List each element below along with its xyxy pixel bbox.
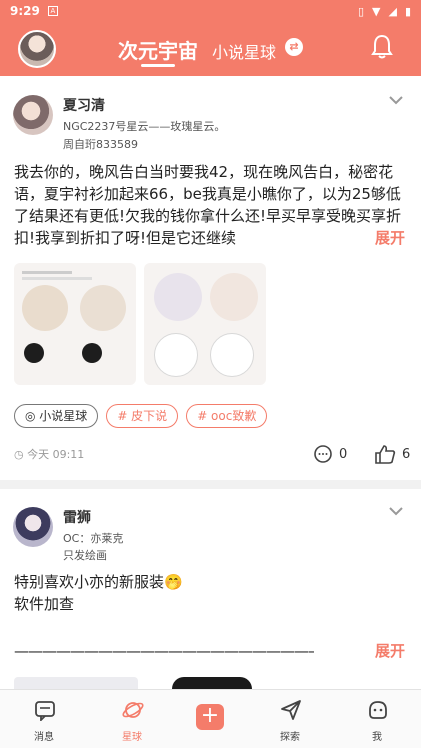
post-text-divider: —————————————————————— bbox=[14, 642, 314, 660]
post-text: 我去你的，晚风告白当时要我42，现在晚风告白，秘密花语，夏宇衬衫加起来66，be… bbox=[14, 163, 402, 247]
expand-button[interactable]: 展开 bbox=[373, 640, 406, 662]
nav-explore[interactable]: 探索 bbox=[248, 690, 332, 748]
like-count: 6 bbox=[402, 446, 411, 462]
clock-icon: ◷ bbox=[14, 448, 28, 461]
author-bio: NGC2237号星云——玫瑰星云。 bbox=[63, 120, 226, 133]
chevron-down-icon[interactable] bbox=[388, 505, 404, 517]
status-bar: 9:29 A ▯ ▼ ◢ ▮ bbox=[0, 0, 421, 22]
status-icons: ▯ ▼ ◢ ▮ bbox=[358, 5, 411, 18]
author-bio-line2: 只发绘画 bbox=[63, 549, 107, 562]
app-bar: 次元宇宙 小说星球 ⇄ bbox=[0, 22, 421, 76]
tab-dimension-universe[interactable]: 次元宇宙 bbox=[118, 35, 198, 64]
battery-icon: ▮ bbox=[404, 4, 411, 18]
bottom-nav: 消息 星球 + 探索 我 bbox=[0, 689, 421, 748]
tag-planet[interactable]: ◎ 小说星球 bbox=[14, 404, 99, 428]
signal-icon: ◢ bbox=[388, 4, 397, 18]
nav-create[interactable]: + bbox=[168, 690, 252, 748]
post-separator bbox=[0, 480, 421, 489]
post-card[interactable]: 夏习清 NGC2237号星云——玫瑰星云。 周自珩833589 我去你的，晚风告… bbox=[0, 76, 421, 480]
feed[interactable]: 夏习清 NGC2237号星云——玫瑰星云。 周自珩833589 我去你的，晚风告… bbox=[0, 76, 421, 689]
profile-icon bbox=[369, 701, 387, 719]
plus-icon[interactable]: + bbox=[196, 704, 224, 730]
post-text-line: 软件加查 bbox=[14, 595, 75, 613]
status-time: 9:29 bbox=[10, 4, 40, 18]
tag-topic[interactable]: # 皮下说 bbox=[106, 404, 179, 428]
tag-topic[interactable]: # ooc致歉 bbox=[186, 404, 268, 428]
active-tab-indicator bbox=[141, 64, 175, 67]
like-button[interactable]: 6 bbox=[374, 444, 410, 464]
planet-icon bbox=[122, 702, 144, 718]
author-name[interactable]: 雷狮 bbox=[63, 507, 91, 527]
user-avatar[interactable] bbox=[18, 30, 56, 68]
author-avatar[interactable] bbox=[13, 507, 53, 547]
vibrate-icon: ▯ bbox=[357, 4, 364, 18]
author-name[interactable]: 夏习清 bbox=[63, 95, 105, 115]
post-time: ◷ 今天 09:11 bbox=[14, 448, 85, 461]
author-bio: OC：亦莱克 bbox=[63, 532, 124, 545]
notification-icon: A bbox=[47, 6, 58, 16]
post-image[interactable] bbox=[172, 677, 252, 689]
post-image[interactable] bbox=[14, 263, 136, 385]
post-image[interactable] bbox=[144, 263, 266, 385]
post-text-line: 特别喜欢小亦的新服装🤭 bbox=[14, 573, 183, 591]
expand-button[interactable]: 展开 bbox=[373, 227, 406, 249]
author-avatar[interactable] bbox=[13, 95, 53, 135]
comment-icon bbox=[314, 445, 332, 463]
nav-planet[interactable]: 星球 bbox=[90, 690, 174, 748]
comment-button[interactable]: 0 bbox=[313, 444, 347, 464]
planet-icon: ◎ bbox=[25, 409, 40, 423]
author-class: 周自珩833589 bbox=[63, 138, 138, 151]
tag-list: ◎ 小说星球 # 皮下说 # ooc致歉 bbox=[14, 404, 268, 428]
nav-me[interactable]: 我 bbox=[335, 690, 419, 748]
post-image[interactable] bbox=[14, 677, 138, 689]
chevron-down-icon[interactable] bbox=[388, 94, 404, 106]
message-icon bbox=[35, 701, 55, 721]
wifi-icon: ▼ bbox=[372, 4, 381, 18]
comment-count: 0 bbox=[339, 446, 348, 462]
paper-plane-icon bbox=[281, 700, 301, 720]
thumbs-up-icon bbox=[375, 445, 396, 464]
tab-novel-planet[interactable]: 小说星球 bbox=[212, 39, 276, 63]
post-card[interactable]: 雷狮 OC：亦莱克 只发绘画 特别喜欢小亦的新服装🤭 软件加查 ————————… bbox=[0, 489, 421, 689]
bell-icon[interactable] bbox=[371, 34, 393, 60]
nav-messages[interactable]: 消息 bbox=[2, 690, 86, 748]
swap-icon[interactable]: ⇄ bbox=[285, 38, 303, 56]
